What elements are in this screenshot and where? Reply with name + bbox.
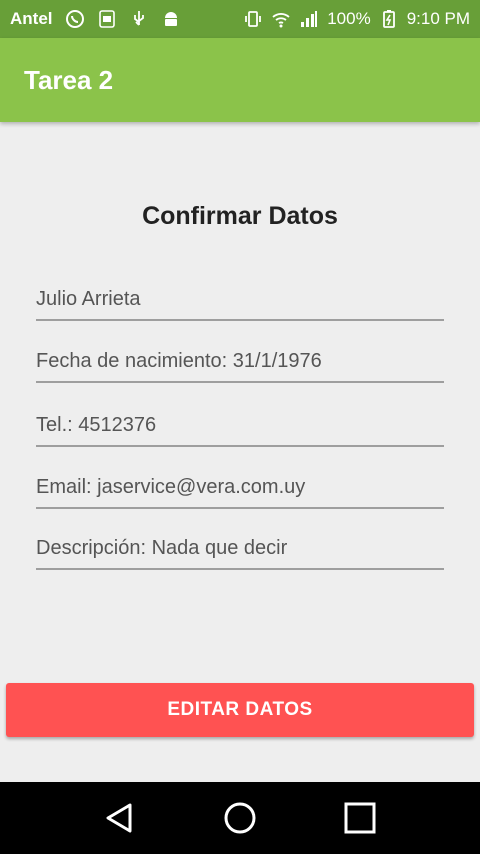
usb-icon: [129, 9, 149, 29]
wifi-icon: [271, 9, 291, 29]
name-field: Julio Arrieta: [36, 288, 444, 321]
phone-field: Tel.: 4512376: [36, 414, 444, 447]
status-bar: Antel 100% 9:10 PM: [0, 0, 480, 38]
home-circle-icon: [224, 802, 256, 834]
android-icon: [161, 9, 181, 29]
app-bar: Tarea 2: [0, 38, 480, 122]
description-field: Descripción: Nada que decir: [36, 537, 444, 570]
email-field: Email: jaservice@vera.com.uy: [36, 476, 444, 509]
carrier-label: Antel: [10, 9, 53, 28]
page-title: Confirmar Datos: [142, 202, 338, 230]
birthdate-field: Fecha de nacimiento: 31/1/1976: [36, 350, 444, 383]
battery-charging-icon: [379, 9, 399, 29]
home-button[interactable]: [218, 796, 262, 840]
vibrate-icon: [243, 9, 263, 29]
badge-100-icon: [97, 9, 117, 29]
whatsapp-icon: [65, 9, 85, 29]
app-title: Tarea 2: [24, 64, 114, 95]
main-content: Confirmar Datos Julio Arrieta Fecha de n…: [0, 122, 480, 782]
signal-icon: [299, 9, 319, 29]
back-button[interactable]: [98, 796, 142, 840]
battery-percent: 100%: [327, 9, 371, 28]
recents-square-icon: [344, 802, 376, 834]
recents-button[interactable]: [338, 796, 382, 840]
edit-data-button[interactable]: EDITAR DATOS: [6, 683, 474, 737]
clock: 9:10 PM: [406, 9, 470, 28]
back-triangle-icon: [106, 803, 132, 833]
navigation-bar: [0, 782, 480, 854]
